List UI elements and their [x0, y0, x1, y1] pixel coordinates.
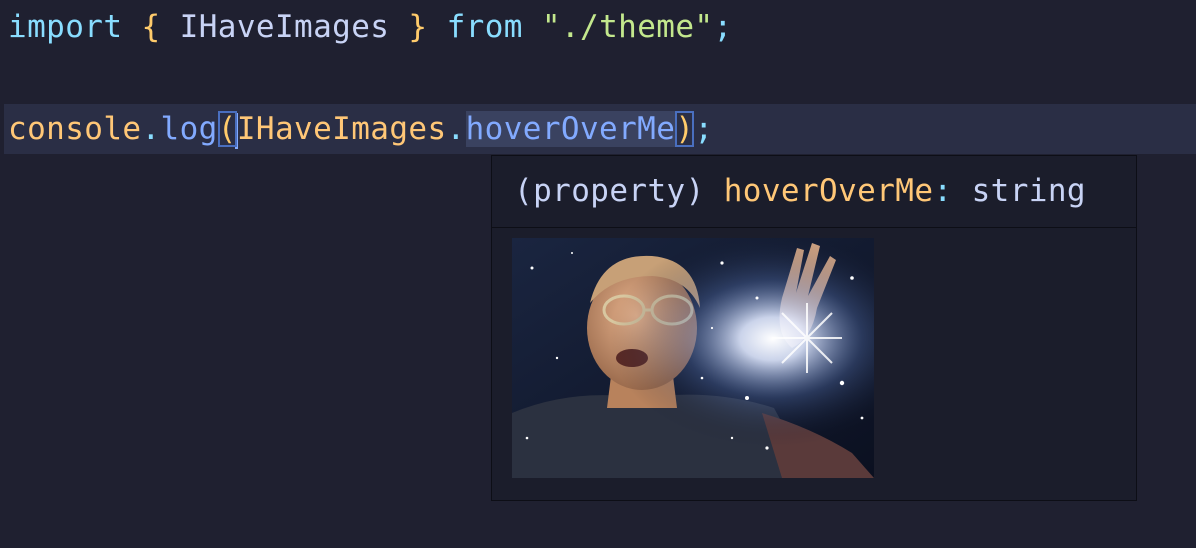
- code-editor[interactable]: import { IHaveImages } from "./theme"; c…: [0, 0, 1196, 548]
- space-scene-picture: [512, 238, 874, 478]
- log-method[interactable]: log: [161, 111, 218, 147]
- identifier-ihaveimages[interactable]: IHaveImages: [237, 111, 447, 147]
- property-hoverovermee[interactable]: hoverOverMe: [465, 111, 676, 147]
- semicolon: ;: [694, 111, 714, 147]
- hover-signature: (property) hoverOverMe: string: [492, 156, 1136, 228]
- hover-tooltip[interactable]: (property) hoverOverMe: string: [491, 155, 1137, 501]
- semicolon: ;: [713, 9, 733, 45]
- brace-close: }: [408, 9, 428, 45]
- keyword-import: import: [8, 9, 123, 45]
- code-line-1[interactable]: import { IHaveImages } from "./theme";: [8, 2, 733, 52]
- gif-preview-image: [512, 238, 874, 478]
- code-line-2[interactable]: console.log(IHaveImages.hoverOverMe);: [8, 104, 713, 154]
- signature-colon: :: [933, 173, 953, 209]
- import-identifier[interactable]: IHaveImages: [180, 9, 390, 45]
- signature-type: string: [971, 173, 1086, 209]
- module-path-string: "./theme": [541, 9, 714, 45]
- signature-name: hoverOverMe: [723, 173, 934, 209]
- dot-accessor: .: [446, 111, 466, 147]
- brace-open: {: [141, 9, 161, 45]
- keyword-from: from: [446, 9, 523, 45]
- console-object[interactable]: console: [8, 111, 141, 147]
- paren-close-match: ): [675, 111, 695, 147]
- signature-kind: (property): [514, 173, 705, 209]
- dot-accessor: .: [141, 111, 161, 147]
